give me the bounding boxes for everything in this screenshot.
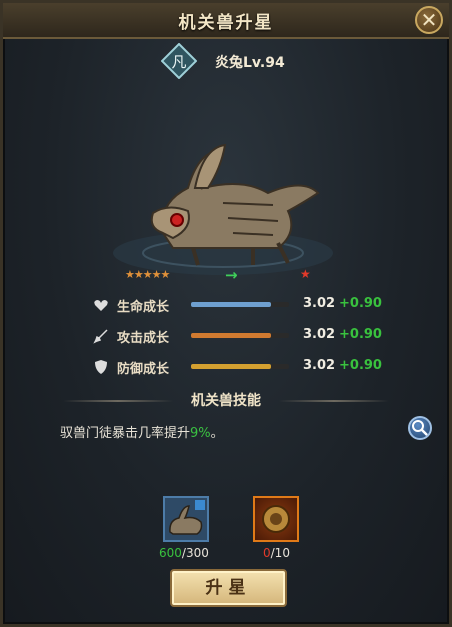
close-icon[interactable]: ✕ — [415, 6, 443, 34]
stat-label: 攻击成长 — [117, 331, 170, 346]
stat-bar-fill — [191, 302, 272, 307]
rabbit-illustration — [113, 143, 333, 275]
material-have: 0 — [263, 546, 271, 560]
sword-icon — [93, 329, 108, 344]
skill-desc-highlight: 9% — [190, 426, 211, 441]
star-rating: ★★★★★ — [125, 268, 170, 281]
material-have: 600 — [159, 546, 182, 560]
stat-bar — [191, 364, 289, 369]
stat-bar-fill — [191, 364, 272, 369]
stat-row-defense: 防御成长 3.02 +0.90 — [93, 357, 413, 377]
stat-row-hp: 生命成长 3.02 +0.90 — [93, 295, 413, 315]
stat-value: 3.02 — [303, 327, 336, 342]
skill-description: 驭兽门徒暴击几率提升9%。 — [60, 422, 224, 441]
material-slot-rabbit[interactable] — [163, 496, 209, 542]
rank-glyph: 凡 — [171, 53, 186, 71]
stat-bonus: +0.90 — [339, 327, 382, 342]
material-count-core: 0/10 — [263, 546, 290, 560]
stat-row-attack: 攻击成长 3.02 +0.90 — [93, 326, 413, 346]
arrow-right-icon: → — [225, 266, 238, 284]
rabbit-fragment-icon — [169, 500, 205, 535]
material-need: /10 — [270, 546, 290, 560]
stat-bar — [191, 302, 289, 307]
stat-bar-fill — [191, 333, 272, 338]
next-star-icon: ★ — [300, 267, 311, 281]
pet-name: 炎兔Lv.94 — [215, 55, 285, 71]
divider — [63, 400, 173, 402]
heart-icon — [94, 300, 108, 311]
rank-badge: 凡 — [161, 43, 197, 79]
stat-value: 3.02 — [303, 296, 336, 311]
stat-bonus: +0.90 — [339, 358, 382, 373]
stat-label: 生命成长 — [117, 300, 170, 315]
skill-header: 机关兽技能 — [3, 390, 449, 412]
material-need: /300 — [181, 546, 209, 560]
material-count-rabbit: 600/300 — [159, 546, 209, 560]
stat-bonus: +0.90 — [339, 296, 382, 311]
window-title: 机关兽升星 — [178, 13, 274, 33]
upgrade-panel: 机关兽升星 ✕ 凡 炎兔Lv.94 ★★★★★ → ★ 生命成长 3.02 +0… — [0, 0, 452, 627]
skill-desc-suffix: 。 — [210, 426, 224, 441]
stat-label: 防御成长 — [117, 362, 170, 377]
divider — [279, 400, 389, 402]
stat-value: 3.02 — [303, 358, 336, 373]
gear-core-icon — [262, 505, 290, 533]
magnifier-icon[interactable] — [408, 416, 432, 440]
skill-header-label: 机关兽技能 — [191, 393, 261, 409]
title-bar: 机关兽升星 ✕ — [3, 3, 449, 39]
material-slot-core[interactable] — [253, 496, 299, 542]
skill-desc-text: 驭兽门徒暴击几率提升 — [60, 426, 191, 441]
shield-icon — [95, 360, 107, 374]
stat-bar — [191, 333, 289, 338]
upgrade-star-button[interactable]: 升星 — [170, 569, 287, 607]
